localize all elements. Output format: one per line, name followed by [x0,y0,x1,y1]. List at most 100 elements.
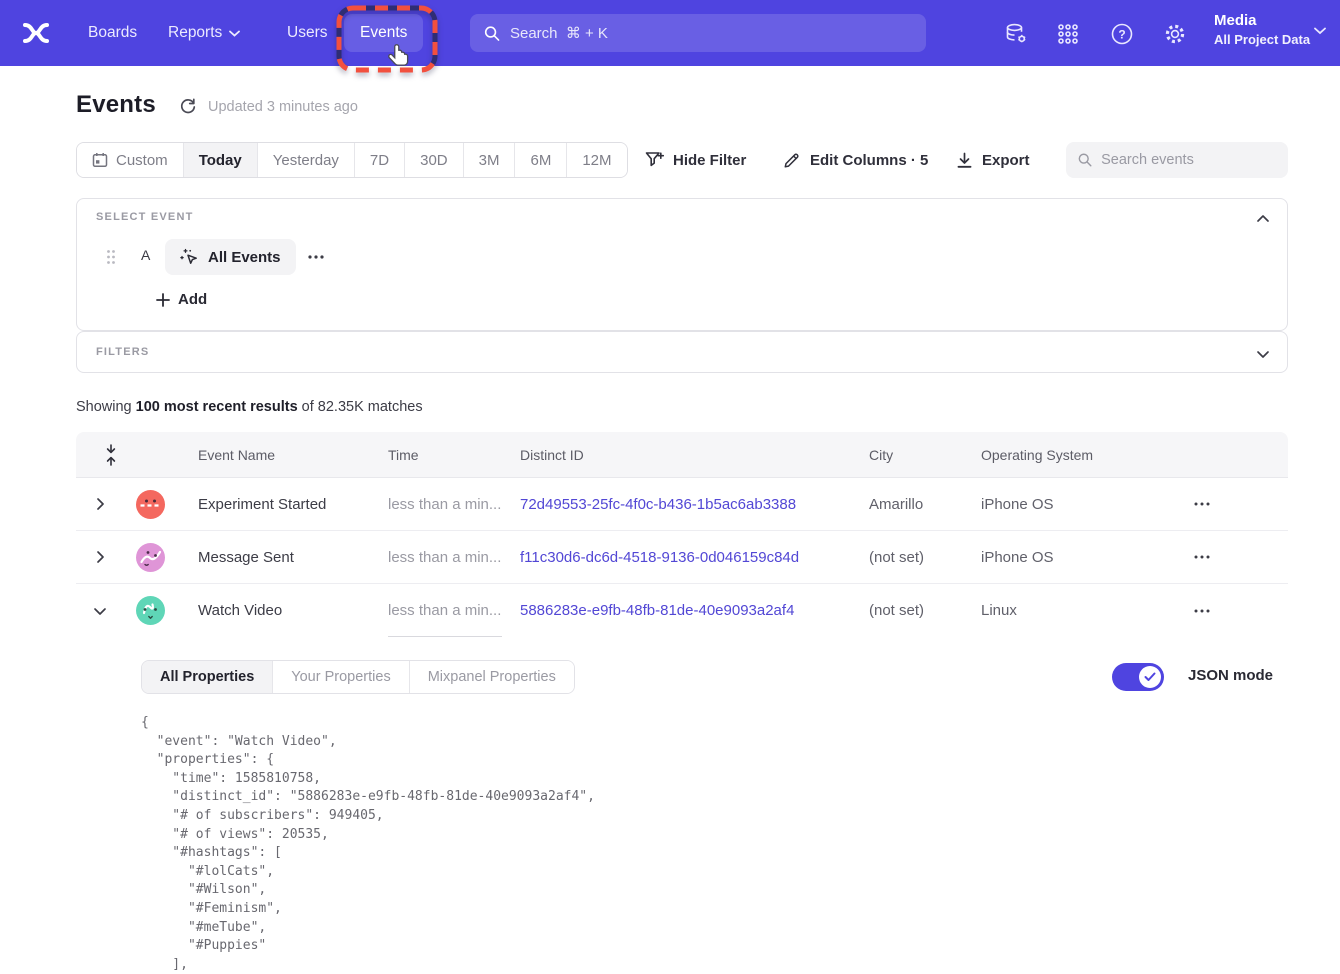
event-letter-badge: A [141,247,150,263]
row-more-options-icon[interactable] [1191,549,1213,565]
tab-your-properties[interactable]: Your Properties [273,661,409,693]
city-cell: Amarillo [869,496,981,513]
date-range-today[interactable]: Today [184,143,258,177]
download-icon [956,152,973,169]
date-range-3m[interactable]: 3M [464,143,516,177]
results-summary: Showing 100 most recent results of 82.35… [76,399,423,415]
check-icon [1144,672,1156,682]
date-range-yesterday-label: Yesterday [273,152,339,169]
refresh-icon[interactable] [179,98,197,116]
row-more-options-icon[interactable] [1191,603,1213,619]
mixpanel-logo[interactable] [20,17,52,49]
data-management-icon[interactable] [1004,22,1028,46]
collapse-all-icon[interactable] [104,444,118,466]
global-search-input[interactable] [510,25,912,42]
project-scope: All Project Data [1214,31,1310,49]
table-row[interactable]: Experiment Started less than a min... 72… [76,478,1288,531]
column-header-city[interactable]: City [869,447,981,463]
search-icon [1078,152,1092,168]
city-cell: (not set) [869,602,981,619]
updated-timestamp: Updated 3 minutes ago [208,99,358,115]
nav-item-reports[interactable]: Reports [168,0,240,66]
filter-funnel-icon [645,151,664,169]
date-range-yesterday[interactable]: Yesterday [258,143,355,177]
date-range-7d[interactable]: 7D [355,143,405,177]
distinct-id-link[interactable]: f11c30d6-dc6d-4518-9136-0d046159c84d [520,549,869,566]
tab-mixpanel-properties-label: Mixpanel Properties [428,669,556,685]
event-json-viewer: { "event": "Watch Video", "properties": … [141,714,595,974]
expand-section-icon[interactable] [1255,346,1271,362]
tab-all-properties-label: All Properties [160,669,254,685]
events-page: Boards Reports Users Events [0,0,1340,974]
date-range-selector: Custom Today Yesterday 7D 30D 3M 6M 12M [76,142,628,178]
expand-row-icon[interactable] [92,549,108,565]
export-button[interactable]: Export [956,149,1030,171]
edit-columns-label: Edit Columns · 5 [810,152,928,169]
edit-columns-button[interactable]: Edit Columns · 5 [783,149,928,171]
expand-row-icon[interactable] [92,496,108,512]
page-title: Events [76,91,156,119]
summary-count: 100 most recent results [136,399,298,415]
column-header-os[interactable]: Operating System [981,447,1191,463]
select-event-card: SELECT EVENT A [76,198,1288,331]
project-name: Media [1214,11,1310,31]
add-event-button[interactable]: Add [156,291,207,308]
json-mode-label: JSON mode [1188,667,1273,684]
nav-users-label: Users [287,24,327,42]
json-mode-toggle[interactable] [1112,663,1164,691]
date-range-12m[interactable]: 12M [567,143,626,177]
event-detail-panel: All Properties Your Properties Mixpanel … [76,637,1288,974]
summary-suffix: of 82.35K matches [298,399,423,415]
sparkle-cursor-icon [180,248,199,267]
search-icon [484,25,500,42]
summary-prefix: Showing [76,399,136,415]
all-events-pill[interactable]: All Events [165,239,296,275]
time-cell: less than a min... [388,584,520,637]
column-header-event-name[interactable]: Event Name [198,447,388,463]
date-range-today-label: Today [199,152,242,169]
apps-grid-icon[interactable] [1056,22,1080,46]
hide-filter-button[interactable]: Hide Filter [645,149,746,171]
table-row[interactable]: Message Sent less than a min... f11c30d6… [76,531,1288,584]
collapse-row-icon[interactable] [92,603,108,619]
date-range-custom[interactable]: Custom [77,143,184,177]
more-options-icon[interactable] [305,249,327,265]
plus-icon [156,293,170,307]
help-icon[interactable]: ? [1110,22,1134,46]
nav-events-label: Events [360,24,407,42]
project-selector[interactable]: Media All Project Data [1214,11,1310,49]
add-event-label: Add [178,291,207,308]
properties-tabs: All Properties Your Properties Mixpanel … [141,660,575,694]
table-row[interactable]: Watch Video less than a min... 5886283e-… [76,584,1288,637]
global-search [470,14,926,52]
distinct-id-link[interactable]: 72d49553-25fc-4f0c-b436-1b5ac6ab3388 [520,496,869,513]
select-event-section-label: SELECT EVENT [96,211,194,223]
os-cell: Linux [981,602,1191,619]
collapse-section-icon[interactable] [1255,211,1271,227]
svg-text:?: ? [1118,27,1125,41]
row-more-options-icon[interactable] [1191,496,1213,512]
column-header-distinct-id[interactable]: Distinct ID [520,447,869,463]
settings-gear-icon[interactable] [1163,22,1187,46]
nav-item-events[interactable]: Events [344,14,423,52]
event-name-cell: Experiment Started [198,496,388,513]
date-range-3m-label: 3M [479,152,500,169]
date-range-custom-label: Custom [116,152,168,169]
date-range-30d-label: 30D [420,152,448,169]
date-range-6m[interactable]: 6M [515,143,567,177]
nav-item-users[interactable]: Users [287,0,327,66]
tab-all-properties[interactable]: All Properties [142,661,273,693]
table-header-row: Event Name Time Distinct ID City Operati… [76,432,1288,478]
chevron-down-icon [229,30,240,37]
nav-item-boards[interactable]: Boards [88,0,137,66]
date-range-12m-label: 12M [582,152,611,169]
drag-handle-icon[interactable] [106,249,116,265]
column-header-time[interactable]: Time [388,447,520,463]
tab-mixpanel-properties[interactable]: Mixpanel Properties [410,661,574,693]
date-range-30d[interactable]: 30D [405,143,464,177]
time-cell: less than a min... [388,531,520,583]
event-avatar [136,490,165,519]
distinct-id-link[interactable]: 5886283e-e9fb-48fb-81de-40e9093a2af4 [520,602,869,619]
search-events-input[interactable] [1101,152,1276,168]
events-table: Event Name Time Distinct ID City Operati… [76,432,1288,974]
